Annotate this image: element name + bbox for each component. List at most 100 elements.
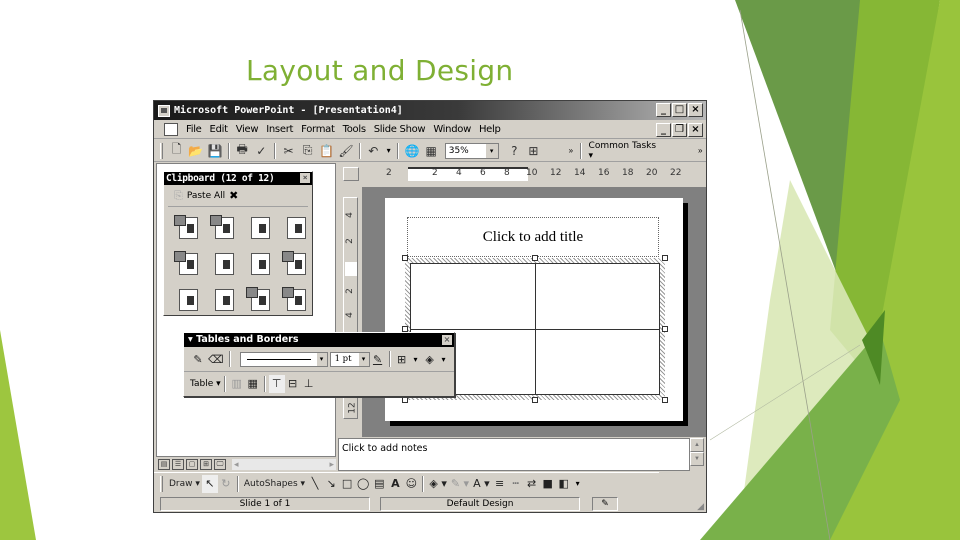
tables-borders-title-bar[interactable]: ▾ Tables and Borders × [184,333,454,347]
border-color-icon[interactable]: ✎ [370,350,386,368]
undo-dropdown-icon[interactable]: ▾ [383,146,395,155]
outline-view-icon[interactable]: ☰ [172,458,184,470]
table-menu-button[interactable]: Table ▾ [190,379,221,389]
clipboard-item[interactable] [246,287,272,313]
spelling-status-icon[interactable]: ✎ [592,496,618,511]
free-rotate-icon[interactable]: ↻ [218,475,234,493]
resize-handle[interactable] [532,397,538,403]
font-color-icon[interactable]: A ▾ [471,475,492,493]
clipboard-item[interactable] [246,215,272,241]
align-bottom-icon[interactable]: ⊥ [301,375,317,393]
chevron-down-icon[interactable]: ▾ [572,479,584,488]
clipboard-item[interactable] [210,251,236,277]
new-icon[interactable]: 🗋 [167,142,186,160]
align-top-icon[interactable]: ⊤ [268,374,285,393]
slide-show-icon[interactable]: 🖵 [214,458,226,470]
menu-edit[interactable]: Edit [206,124,232,135]
scroll-down-icon[interactable]: ▼ [690,452,704,466]
resize-handle[interactable] [662,255,668,261]
fill-color-icon[interactable]: ◈ ▾ [427,475,448,493]
zoom-dropdown-icon[interactable]: ▾ [485,143,498,158]
title-placeholder[interactable]: Click to add title [407,217,659,257]
clipboard-close-button[interactable]: × [300,173,310,183]
clipboard-title-bar[interactable]: Clipboard (12 of 12) × [164,172,312,185]
normal-view-icon[interactable]: ▤ [158,458,170,470]
3d-icon[interactable]: ◧ [556,475,572,493]
menu-view[interactable]: View [232,124,263,135]
horizontal-ruler[interactable]: 2 2 4 6 8 10 12 14 16 18 20 22 [384,165,684,183]
document-icon[interactable] [164,123,178,136]
doc-minimize-button[interactable]: _ [656,123,671,137]
horizontal-scrollbar[interactable]: ◂ ▸ [232,458,336,470]
oval-icon[interactable]: ◯ [355,475,371,493]
clipboard-item[interactable] [174,287,200,313]
rectangle-icon[interactable]: □ [339,475,355,493]
doc-restore-button[interactable]: ❐ [672,123,687,137]
resize-handle[interactable] [662,397,668,403]
borders-icon[interactable]: ⊞ [394,350,410,368]
powerpoint-app-icon[interactable] [158,104,170,117]
insert-hyperlink-icon[interactable]: 🌐 [402,142,421,160]
fill-color-icon[interactable]: ◈ [422,350,438,368]
scroll-left-icon[interactable]: ◂ [234,459,239,470]
cut-icon[interactable]: ✂ [279,142,298,160]
center-vertically-icon[interactable]: ⊟ [285,375,301,393]
insert-table-icon[interactable]: ▦ [422,142,441,160]
table-cell[interactable] [534,328,660,395]
wordart-icon[interactable]: A [387,475,403,493]
zoom-select[interactable]: 35% ▾ [444,142,499,159]
copy-icon[interactable]: ⎘ [174,189,183,203]
clip-art-icon[interactable]: ☺ [403,475,419,493]
scroll-right-icon[interactable]: ▸ [329,459,334,470]
copy-icon[interactable]: ⎘ [298,142,317,160]
eraser-icon[interactable]: ⌫ [206,350,226,368]
clipboard-item[interactable] [174,251,200,277]
clipboard-item[interactable] [210,287,236,313]
clipboard-item[interactable] [174,215,200,241]
common-tasks-more-icon[interactable]: » [694,146,706,155]
clipboard-item[interactable] [246,251,272,277]
arrow-style-icon[interactable]: ⇄ [524,475,540,493]
clear-clipboard-icon[interactable]: ✖ [229,189,238,202]
table-cell[interactable] [534,263,660,330]
split-cells-icon[interactable]: ▦ [245,375,261,393]
text-box-icon[interactable]: ▤ [371,475,387,493]
slide-view-icon[interactable]: ▢ [186,458,198,470]
chevron-down-icon[interactable]: ▾ [410,355,422,364]
doc-close-button[interactable]: × [688,123,703,137]
format-painter-icon[interactable]: 🖌 [336,142,355,160]
ruler-tab-selector[interactable] [343,167,359,181]
resize-handle[interactable] [402,255,408,261]
autoshapes-menu-button[interactable]: AutoShapes ▾ [242,475,307,493]
clipboard-item[interactable] [282,215,308,241]
scroll-up-icon[interactable]: ▲ [690,438,704,452]
select-objects-icon[interactable]: ↖ [201,474,218,493]
menu-window[interactable]: Window [429,124,475,135]
notes-pane[interactable]: Click to add notes [338,438,690,471]
toolbar-grip[interactable] [160,475,163,492]
shadow-icon[interactable]: ■ [540,475,556,493]
slide-view-icon[interactable]: ⊞ [524,142,543,160]
chevron-down-icon[interactable]: ▾ [316,352,327,366]
clipboard-item[interactable] [282,287,308,313]
maximize-button[interactable]: □ [672,103,687,117]
window-titlebar[interactable]: Microsoft PowerPoint - [Presentation4] _… [154,101,706,120]
resize-handle[interactable] [532,255,538,261]
toolbar-more-icon[interactable]: » [565,146,577,155]
table-cell[interactable] [410,263,536,330]
menu-help[interactable]: Help [475,124,505,135]
chevron-down-icon[interactable]: ▾ [358,352,369,366]
resize-handle[interactable] [402,397,408,403]
resize-handle[interactable] [662,326,668,332]
toolbar-grip[interactable] [160,142,163,159]
menu-format[interactable]: Format [297,124,338,135]
help-icon[interactable]: ? [505,142,524,160]
spelling-icon[interactable]: ✓ [252,142,271,160]
resize-grip-icon[interactable]: ◢ [697,502,704,512]
chevron-down-icon[interactable]: ▾ [438,355,450,364]
clipboard-item[interactable] [210,215,236,241]
slide-sorter-view-icon[interactable]: ⊞ [200,458,212,470]
menu-tools[interactable]: Tools [339,124,370,135]
clipboard-item[interactable] [282,251,308,277]
print-icon[interactable]: 🖶 [233,142,252,160]
